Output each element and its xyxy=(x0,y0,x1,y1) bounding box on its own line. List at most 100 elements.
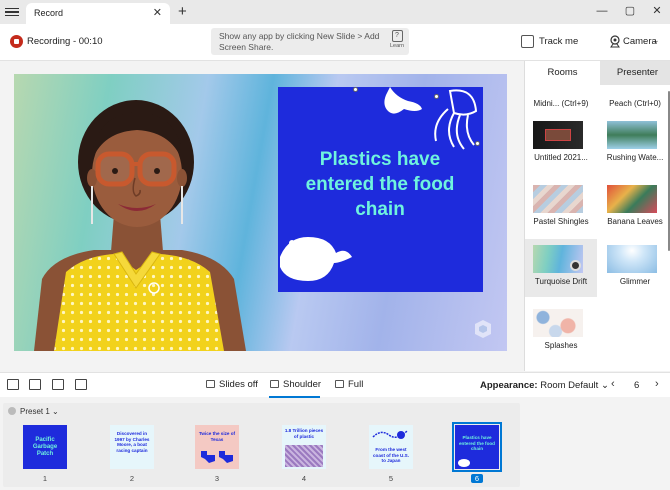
hint-text: Show any app by clicking New Slide > Add… xyxy=(219,31,380,52)
map-icon xyxy=(372,430,408,439)
room-item[interactable]: Peach (Ctrl+0) xyxy=(599,61,670,119)
room-item[interactable]: Glimmer xyxy=(599,239,670,297)
room-label: Banana Leaves xyxy=(607,217,663,226)
stage-area: Plastics have entered the food chain xyxy=(0,61,524,371)
presented-slide[interactable]: Plastics have entered the food chain xyxy=(278,87,483,292)
shoulder-icon xyxy=(270,380,279,388)
slide-thumb-text: Twice the size of Texas xyxy=(198,431,236,442)
learn-label: Learn xyxy=(389,43,405,49)
slide-thumbnail[interactable]: Twice the size of Texas xyxy=(195,425,239,469)
room-item[interactable]: Splashes xyxy=(525,303,597,361)
room-item[interactable]: Untitled 2021... xyxy=(525,115,597,173)
preset-label: Preset 1 xyxy=(20,407,50,416)
screen-share-icon[interactable] xyxy=(52,379,64,390)
text-icon[interactable] xyxy=(7,379,19,390)
appearance-label: Appearance: xyxy=(480,380,538,391)
room-label: Rushing Wate... xyxy=(606,153,664,162)
room-glimmer-icon xyxy=(607,245,657,273)
room-pastel-shingles-icon xyxy=(533,185,583,213)
top-toolbar: Recording - 00:10 Show any app by clicki… xyxy=(0,24,670,60)
room-item[interactable]: Rushing Wate... xyxy=(599,115,670,173)
learn-button[interactable]: ? Learn xyxy=(388,30,406,53)
chevron-down-icon[interactable]: ⌄ xyxy=(652,35,660,46)
resize-handle[interactable] xyxy=(475,141,480,146)
resize-handle[interactable] xyxy=(434,94,439,99)
slide-thumb-text: From the west coast of the U.S. to Japan xyxy=(373,447,409,464)
selected-indicator-icon xyxy=(570,260,581,271)
track-me-label[interactable]: Track me xyxy=(539,36,578,47)
room-label: Peach (Ctrl+0) xyxy=(609,99,661,108)
slide-thumbnail-selected[interactable]: Plastics have entered the food chain xyxy=(452,422,502,472)
recording-timer: Recording - 00:10 xyxy=(27,36,103,47)
slide-thumbnail[interactable]: Pacific Garbage Patch xyxy=(23,425,67,469)
page-number: 6 xyxy=(634,380,640,391)
slide-thumb-text: Pacific Garbage Patch xyxy=(32,437,58,457)
record-stop-icon[interactable] xyxy=(10,35,23,48)
room-item-selected[interactable]: Turquoise Drift xyxy=(525,239,597,297)
room-label: Untitled 2021... xyxy=(534,153,588,162)
previous-slide-button[interactable]: ‹ xyxy=(611,378,615,390)
slide-thumb-text: Discovered in 1997 by Charles Moore, a b… xyxy=(114,431,150,453)
layout-label: Shoulder xyxy=(283,379,322,390)
tab-title: Record xyxy=(34,8,64,18)
room-label: Midni... (Ctrl+9) xyxy=(533,99,589,108)
slide-thumbnail[interactable]: From the west coast of the U.S. to Japan xyxy=(369,425,413,469)
room-banana-leaves-icon xyxy=(607,185,657,213)
tab-close-icon[interactable]: ✕ xyxy=(153,6,162,19)
camera-preview[interactable]: Plastics have entered the food chain xyxy=(14,74,507,351)
room-label: Splashes xyxy=(544,341,578,350)
room-label: Glimmer xyxy=(619,277,651,286)
slide-thumbnail[interactable]: 1.8 Trillion pieces of plastic xyxy=(282,425,326,469)
slide-thumb-text: Plastics have entered the food chain xyxy=(459,435,495,452)
close-window-button[interactable]: ✕ xyxy=(647,2,667,20)
room-item[interactable]: Pastel Shingles xyxy=(525,179,597,237)
room-rushing-water-icon xyxy=(607,121,657,149)
next-slide-button[interactable]: › xyxy=(655,378,659,390)
chevron-down-icon: ⌄ xyxy=(600,380,609,391)
bottom-toolbar: Slides off Shoulder Full Appearance: Roo… xyxy=(0,372,670,398)
turtle-icon xyxy=(458,459,470,467)
room-untitled-icon xyxy=(533,121,583,149)
slide-number: 2 xyxy=(129,474,135,483)
slide-number: 6 xyxy=(471,474,483,483)
rooms-panel: Rooms Presenter Midni... (Ctrl+9) Peach … xyxy=(524,61,670,371)
menu-icon[interactable] xyxy=(5,5,19,19)
lightbulb-icon: ? xyxy=(391,30,403,42)
appearance-dropdown[interactable]: Appearance: Room Default ⌄ xyxy=(480,380,609,391)
camera-slide-icon[interactable] xyxy=(75,379,87,390)
tab-record[interactable]: Record ✕ xyxy=(26,3,170,24)
slide-number: 5 xyxy=(388,474,394,483)
preset-dropdown[interactable]: Preset 1 ⌄ xyxy=(8,407,59,416)
resize-handle[interactable] xyxy=(353,87,358,92)
screen-share-hint: Show any app by clicking New Slide > Add… xyxy=(211,28,409,55)
image-icon[interactable] xyxy=(29,379,41,390)
full-icon xyxy=(335,380,344,388)
layout-shoulder[interactable]: Shoulder xyxy=(270,379,321,390)
room-turquoise-drift-icon xyxy=(533,245,583,273)
selected-underline xyxy=(269,396,320,398)
appearance-value: Room Default xyxy=(540,380,599,391)
slide-strip: Preset 1 ⌄ Pacific Garbage Patch 1 Disco… xyxy=(3,403,520,487)
layout-label: Full xyxy=(348,379,364,390)
slide-title: Plastics have entered the food chain xyxy=(305,149,455,220)
slide-number: 3 xyxy=(214,474,220,483)
layout-full[interactable]: Full xyxy=(335,379,363,390)
layout-slides-off[interactable]: Slides off xyxy=(206,379,258,390)
slide-number: 1 xyxy=(42,474,48,483)
minimize-button[interactable]: — xyxy=(592,2,612,20)
room-label: Turquoise Drift xyxy=(534,277,588,286)
layout-label: Slides off xyxy=(219,379,258,390)
plastic-pieces-icon xyxy=(285,445,323,467)
new-tab-button[interactable]: + xyxy=(178,3,187,20)
slide-number: 4 xyxy=(301,474,307,483)
maximize-button[interactable]: ▢ xyxy=(620,2,640,20)
slide-thumbnail[interactable]: Discovered in 1997 by Charles Moore, a b… xyxy=(110,425,154,469)
preset-icon xyxy=(8,407,16,415)
rooms-list: Midni... (Ctrl+9) Peach (Ctrl+0) Untitle… xyxy=(525,85,670,371)
track-me-checkbox[interactable] xyxy=(521,35,534,48)
room-item[interactable]: Banana Leaves xyxy=(599,179,670,237)
slide-thumb-text: 1.8 Trillion pieces of plastic xyxy=(284,428,324,439)
room-item[interactable]: Midni... (Ctrl+9) xyxy=(525,61,597,119)
camera-icon[interactable] xyxy=(609,35,621,48)
room-splashes-icon xyxy=(533,309,583,337)
